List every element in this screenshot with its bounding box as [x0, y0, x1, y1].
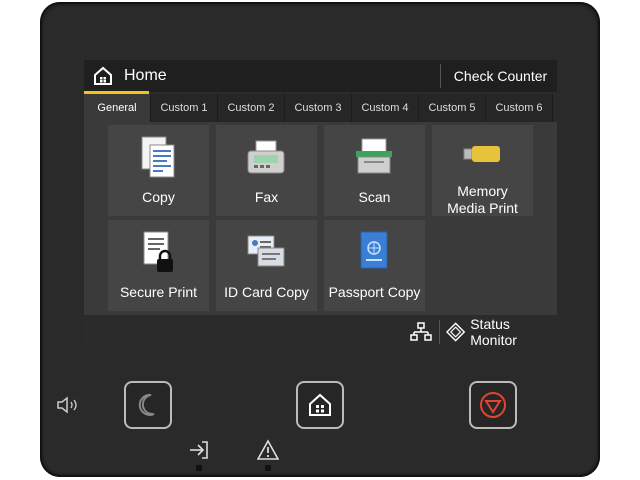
status-monitor-icon	[446, 322, 466, 342]
tile-label-line2: Media Print	[447, 200, 518, 216]
home-hardware-button[interactable]	[296, 381, 344, 429]
sleep-button[interactable]	[124, 381, 172, 429]
error-led	[265, 465, 271, 471]
tile-label: Passport Copy	[328, 284, 421, 300]
fax-tile[interactable]: Fax	[216, 125, 317, 216]
warning-icon	[257, 439, 279, 460]
tab-general[interactable]: General	[84, 94, 151, 122]
stop-icon	[480, 392, 506, 418]
tile-label-line1: Memory	[457, 183, 508, 199]
volume-icon[interactable]	[56, 395, 82, 415]
data-led	[196, 465, 202, 471]
check-counter-button[interactable]: Check Counter	[444, 60, 557, 92]
header-divider	[440, 64, 441, 88]
tab-custom-5[interactable]: Custom 5	[419, 94, 486, 122]
data-arrow-icon	[190, 441, 208, 459]
home-title[interactable]: Home	[88, 60, 438, 92]
home-label: Home	[124, 67, 167, 84]
scan-tile[interactable]: Scan	[324, 125, 425, 216]
tab-custom-3[interactable]: Custom 3	[285, 94, 352, 122]
copy-icon	[141, 136, 175, 178]
status-monitor-button[interactable]: Status Monitor	[444, 315, 557, 349]
stop-button[interactable]	[469, 381, 517, 429]
moon-icon	[138, 393, 155, 416]
copy-tile[interactable]: Copy	[108, 125, 209, 216]
tile-label: Scan	[358, 189, 391, 205]
home-icon	[94, 66, 112, 85]
tab-custom-1[interactable]: Custom 1	[151, 94, 218, 122]
status-divider	[439, 320, 440, 344]
function-grid: Copy Fax Scan Memory Media Print Secure …	[84, 122, 557, 315]
scan-icon	[356, 138, 392, 174]
secure-print-icon	[143, 231, 173, 272]
tab-bar: General Custom 1 Custom 2 Custom 3 Custo…	[84, 94, 557, 122]
id-card-icon	[247, 235, 285, 267]
id-card-copy-tile[interactable]: ID Card Copy	[216, 220, 317, 311]
tile-label: Secure Print	[119, 284, 198, 300]
network-icon[interactable]	[410, 322, 432, 342]
tile-label: Copy	[142, 189, 175, 205]
passport-copy-tile[interactable]: Passport Copy	[324, 220, 425, 311]
memory-media-print-tile[interactable]: Memory Media Print	[432, 125, 533, 216]
touch-screen: Home Check Counter General Custom 1 Cust…	[84, 60, 557, 349]
header-bar: Home Check Counter	[84, 60, 557, 92]
tile-label: ID Card Copy	[224, 284, 309, 300]
tab-custom-4[interactable]: Custom 4	[352, 94, 419, 122]
fax-icon	[247, 140, 285, 174]
tab-custom-2[interactable]: Custom 2	[218, 94, 285, 122]
home-icon	[309, 393, 331, 416]
status-bar: Status Monitor	[84, 315, 557, 349]
tab-custom-6[interactable]: Custom 6	[486, 94, 553, 122]
passport-icon	[360, 231, 388, 269]
status-monitor-label: Status Monitor	[470, 316, 517, 348]
tile-label: Fax	[254, 189, 279, 205]
secure-print-tile[interactable]: Secure Print	[108, 220, 209, 311]
usb-memory-icon	[463, 146, 500, 162]
